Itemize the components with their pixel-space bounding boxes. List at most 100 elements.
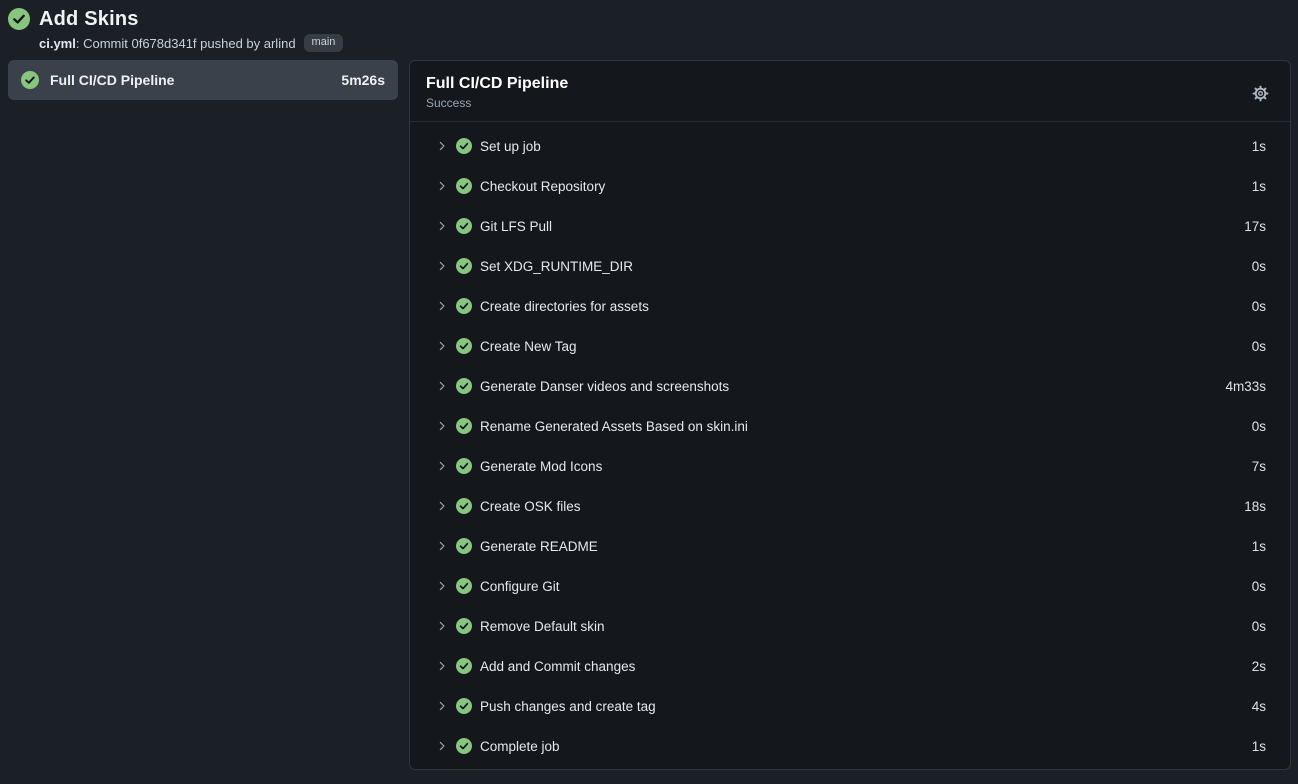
run-subtitle: ci.yml: Commit 0f678d341f pushed by arli…	[39, 34, 1290, 52]
step-row[interactable]: Git LFS Pull 17s	[410, 206, 1290, 246]
step-duration: 0s	[1252, 259, 1266, 274]
step-success-check-icon	[456, 218, 472, 234]
chevron-right-icon	[436, 660, 448, 672]
step-name: Checkout Repository	[480, 179, 605, 194]
step-success-check-icon	[456, 698, 472, 714]
step-duration: 18s	[1244, 499, 1266, 514]
step-success-check-icon	[456, 658, 472, 674]
chevron-right-icon	[436, 420, 448, 432]
step-name: Remove Default skin	[480, 619, 605, 634]
job-duration: 5m26s	[341, 72, 385, 88]
chevron-right-icon	[436, 220, 448, 232]
commit-text: : Commit 0f678d341f pushed by arlind	[76, 36, 296, 51]
step-name: Push changes and create tag	[480, 699, 656, 714]
step-row[interactable]: Rename Generated Assets Based on skin.in…	[410, 406, 1290, 446]
step-duration: 4s	[1252, 699, 1266, 714]
step-duration: 1s	[1252, 139, 1266, 154]
step-name: Add and Commit changes	[480, 659, 635, 674]
run-success-check-icon	[8, 8, 30, 30]
step-row[interactable]: Set up job 1s	[410, 126, 1290, 166]
workflow-run-header: Add Skins ci.yml: Commit 0f678d341f push…	[0, 0, 1298, 60]
branch-badge: main	[304, 34, 344, 52]
job-success-check-icon	[21, 71, 39, 89]
chevron-right-icon	[436, 580, 448, 592]
step-duration: 0s	[1252, 299, 1266, 314]
chevron-right-icon	[436, 500, 448, 512]
step-name: Rename Generated Assets Based on skin.in…	[480, 419, 748, 434]
chevron-right-icon	[436, 340, 448, 352]
step-name: Generate Mod Icons	[480, 459, 602, 474]
gear-icon	[1251, 84, 1270, 103]
step-success-check-icon	[456, 258, 472, 274]
step-success-check-icon	[456, 458, 472, 474]
jobs-sidebar: Full CI/CD Pipeline 5m26s	[0, 60, 400, 100]
chevron-right-icon	[436, 620, 448, 632]
chevron-right-icon	[436, 460, 448, 472]
job-log-panel: Full CI/CD Pipeline Success	[409, 60, 1291, 770]
chevron-right-icon	[436, 740, 448, 752]
step-success-check-icon	[456, 538, 472, 554]
chevron-right-icon	[436, 140, 448, 152]
chevron-right-icon	[436, 540, 448, 552]
step-row[interactable]: Checkout Repository 1s	[410, 166, 1290, 206]
step-duration: 1s	[1252, 179, 1266, 194]
step-row[interactable]: Create directories for assets 0s	[410, 286, 1290, 326]
step-name: Create New Tag	[480, 339, 577, 354]
workflow-file-name: ci.yml	[39, 36, 76, 51]
job-log-header: Full CI/CD Pipeline Success	[410, 61, 1290, 122]
step-row[interactable]: Generate Mod Icons 7s	[410, 446, 1290, 486]
step-duration: 1s	[1252, 739, 1266, 754]
step-success-check-icon	[456, 338, 472, 354]
log-settings-button[interactable]	[1247, 80, 1274, 107]
step-row[interactable]: Configure Git 0s	[410, 566, 1290, 606]
job-status-text: Success	[426, 96, 568, 110]
job-label: Full CI/CD Pipeline	[50, 72, 174, 88]
step-name: Configure Git	[480, 579, 560, 594]
step-name: Generate README	[480, 539, 598, 554]
step-success-check-icon	[456, 418, 472, 434]
step-duration: 0s	[1252, 619, 1266, 634]
step-row[interactable]: Remove Default skin 0s	[410, 606, 1290, 646]
step-row[interactable]: Push changes and create tag 4s	[410, 686, 1290, 726]
step-name: Create directories for assets	[480, 299, 649, 314]
step-row[interactable]: Generate README 1s	[410, 526, 1290, 566]
step-success-check-icon	[456, 138, 472, 154]
chevron-right-icon	[436, 300, 448, 312]
step-duration: 17s	[1244, 219, 1266, 234]
sidebar-job-item[interactable]: Full CI/CD Pipeline 5m26s	[8, 60, 398, 100]
step-duration: 0s	[1252, 579, 1266, 594]
chevron-right-icon	[436, 380, 448, 392]
chevron-right-icon	[436, 260, 448, 272]
step-row[interactable]: Create OSK files 18s	[410, 486, 1290, 526]
step-row[interactable]: Create New Tag 0s	[410, 326, 1290, 366]
step-success-check-icon	[456, 178, 472, 194]
step-success-check-icon	[456, 298, 472, 314]
chevron-right-icon	[436, 700, 448, 712]
run-title: Add Skins	[39, 8, 139, 31]
step-duration: 1s	[1252, 539, 1266, 554]
step-duration: 7s	[1252, 459, 1266, 474]
job-log-title: Full CI/CD Pipeline	[426, 74, 568, 93]
step-name: Generate Danser videos and screenshots	[480, 379, 729, 394]
step-row[interactable]: Generate Danser videos and screenshots 4…	[410, 366, 1290, 406]
chevron-right-icon	[436, 180, 448, 192]
step-row[interactable]: Complete job 1s	[410, 726, 1290, 766]
step-duration: 0s	[1252, 419, 1266, 434]
step-name: Set XDG_RUNTIME_DIR	[480, 259, 633, 274]
step-duration: 4m33s	[1225, 379, 1266, 394]
step-name: Set up job	[480, 139, 541, 154]
step-success-check-icon	[456, 378, 472, 394]
step-row[interactable]: Set XDG_RUNTIME_DIR 0s	[410, 246, 1290, 286]
step-success-check-icon	[456, 498, 472, 514]
step-name: Git LFS Pull	[480, 219, 552, 234]
step-success-check-icon	[456, 738, 472, 754]
step-row[interactable]: Add and Commit changes 2s	[410, 646, 1290, 686]
jobs-list: Full CI/CD Pipeline 5m26s	[8, 60, 398, 100]
step-duration: 2s	[1252, 659, 1266, 674]
step-success-check-icon	[456, 618, 472, 634]
step-name: Complete job	[480, 739, 560, 754]
step-duration: 0s	[1252, 339, 1266, 354]
step-name: Create OSK files	[480, 499, 581, 514]
step-success-check-icon	[456, 578, 472, 594]
steps-list: Set up job 1s Checkout Repository 1s	[410, 122, 1290, 766]
